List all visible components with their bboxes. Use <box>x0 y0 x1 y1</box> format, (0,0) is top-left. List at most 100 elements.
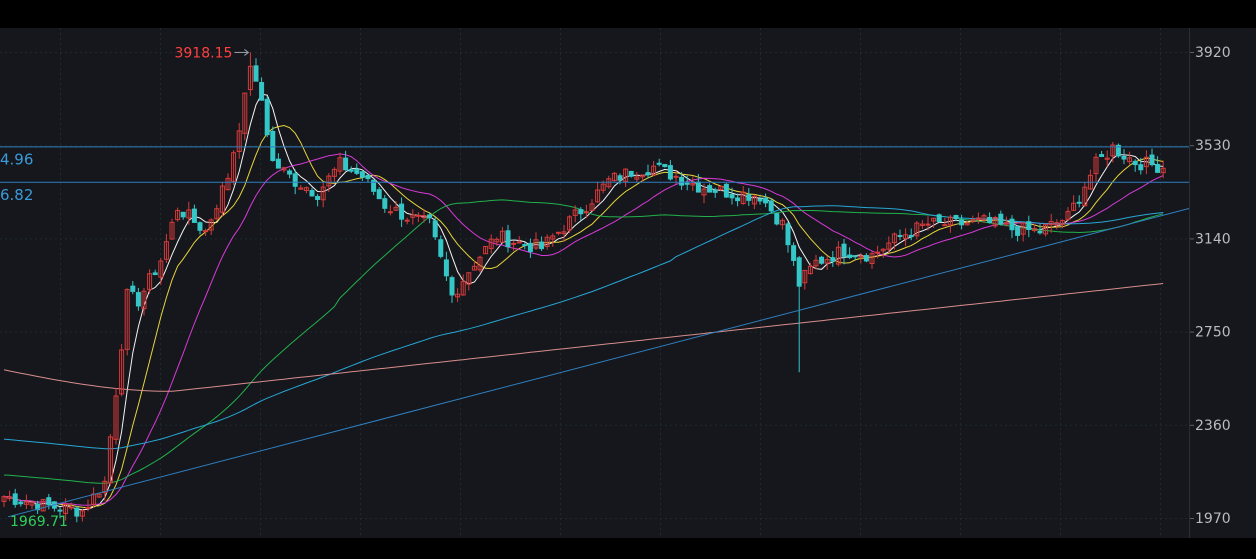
candle-body <box>443 259 449 277</box>
candle-body <box>539 241 545 250</box>
candle-body <box>152 272 158 276</box>
candle-body <box>1138 164 1144 171</box>
candle-body <box>348 169 354 172</box>
candle-body <box>875 251 881 254</box>
candle-body <box>897 235 903 238</box>
chart-canvas: 4.96 6.82 3918.15 1969.71 1970 2360 2750 3140 3… <box>0 0 1256 555</box>
candle-body <box>1026 221 1032 230</box>
candle-body <box>264 98 270 136</box>
candle-body <box>578 209 584 215</box>
candle-body <box>135 292 141 307</box>
candle-body <box>432 220 438 238</box>
candle-body <box>673 175 679 178</box>
candle-body <box>354 168 360 174</box>
candle-body <box>359 171 365 178</box>
candle-body <box>1155 164 1161 173</box>
candle-body <box>852 255 858 258</box>
candle-body <box>527 242 533 252</box>
candle-body <box>684 182 690 185</box>
candle-body <box>768 200 774 212</box>
y-tick-label: 3140 <box>1195 231 1231 247</box>
candle-body <box>679 176 685 186</box>
candle-body <box>1037 230 1043 234</box>
candle-body <box>796 257 802 287</box>
candle-body <box>505 230 511 248</box>
candle-body <box>130 285 136 292</box>
candle-body <box>583 211 589 214</box>
candle-body <box>1121 155 1127 160</box>
candle-body <box>74 507 80 517</box>
candle-body <box>427 214 433 219</box>
y-tick-label: 3920 <box>1195 45 1231 61</box>
candle-body <box>275 158 281 169</box>
candle-body <box>516 241 522 244</box>
high-marker-label: 3918.15 <box>174 45 232 61</box>
plot-area <box>0 28 1189 538</box>
candle-body <box>998 213 1004 225</box>
candle-body <box>707 185 713 193</box>
candle-body <box>387 211 393 214</box>
candle-body <box>746 194 752 201</box>
kline-chart: 4.96 6.82 3918.15 1969.71 1970 2360 2750 3140 3… <box>0 0 1256 555</box>
price-axis[interactable] <box>1189 28 1256 538</box>
candle-body <box>953 215 959 220</box>
candle-body <box>662 163 668 168</box>
candle-body <box>729 194 735 199</box>
candle-body <box>763 197 769 204</box>
candle-body <box>735 197 741 202</box>
candle-body <box>785 223 791 246</box>
candle-body <box>191 208 197 223</box>
candle-body <box>667 165 673 180</box>
candle-body <box>617 175 623 181</box>
candle-body <box>18 501 24 505</box>
candle-body <box>180 211 186 218</box>
candle-body <box>46 497 52 506</box>
level-label: 6.82 <box>0 186 33 204</box>
candle-body <box>270 130 276 161</box>
candle-body <box>712 189 718 193</box>
y-tick-label: 2360 <box>1195 418 1231 434</box>
candle-body <box>315 196 321 200</box>
candle-body <box>847 254 853 258</box>
candle-body <box>415 214 421 217</box>
candle-body <box>253 65 259 82</box>
y-tick-label: 1970 <box>1195 511 1231 527</box>
candle-body <box>908 234 914 238</box>
candle-body <box>723 183 729 198</box>
candle-body <box>1149 154 1155 166</box>
candle-body <box>292 173 298 187</box>
candle-body <box>830 257 836 262</box>
candle-body <box>757 198 763 202</box>
candle-body <box>309 190 315 197</box>
candle-body <box>68 506 74 509</box>
candle-body <box>863 255 869 262</box>
candle-body <box>936 214 942 223</box>
candle-body <box>382 198 388 209</box>
candle-body <box>522 244 528 247</box>
candle-body <box>197 222 203 231</box>
y-tick-label: 3530 <box>1195 138 1231 154</box>
candle-body <box>287 170 293 175</box>
candle-body <box>858 255 864 258</box>
candle-body <box>819 256 825 264</box>
candle-body <box>438 239 444 257</box>
candle-body <box>791 245 797 261</box>
candle-body <box>645 172 651 176</box>
candle-body <box>656 162 662 165</box>
candle-body <box>404 219 410 222</box>
candle-body <box>987 216 993 223</box>
candle-body <box>555 231 561 234</box>
candle-body <box>12 493 18 505</box>
candle-body <box>774 213 780 225</box>
candle-body <box>841 243 847 257</box>
candle-body <box>365 174 371 180</box>
candle-body <box>1076 201 1082 204</box>
low-marker-label: 1969.71 <box>10 514 68 530</box>
candle-body <box>695 181 701 193</box>
candle-body <box>942 224 948 227</box>
candle-body <box>1132 160 1138 166</box>
candle-body <box>259 82 265 101</box>
y-tick-label: 2750 <box>1195 325 1231 341</box>
candle-body <box>376 189 382 200</box>
candle-body <box>343 157 349 171</box>
